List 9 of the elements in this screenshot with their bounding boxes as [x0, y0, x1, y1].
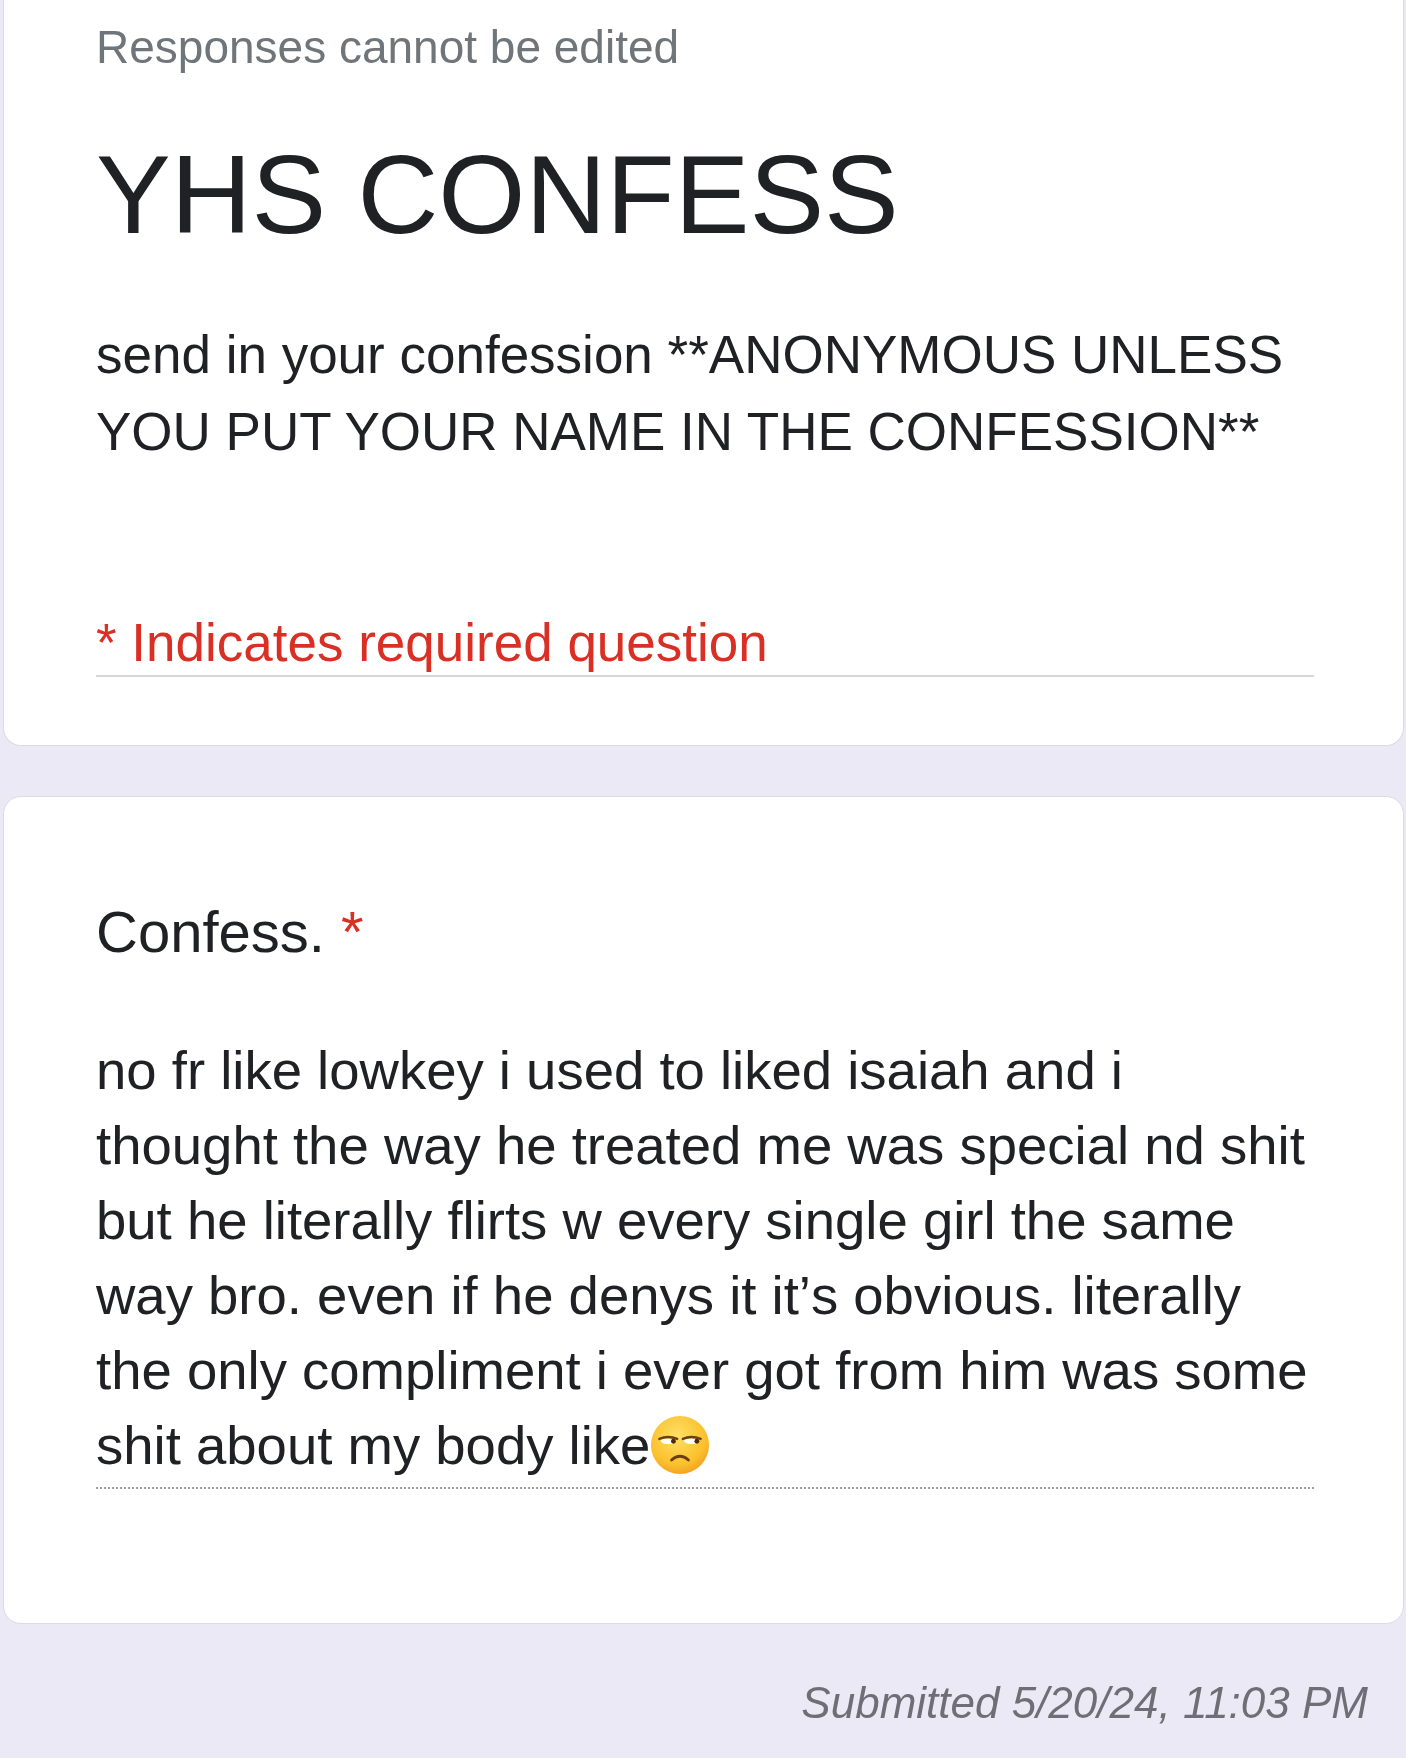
answer-field: no fr like lowkey i used to liked isaiah and i thought the way he treated me was special nd shit but he literally flirts w every single girl the same way bro. even if he denys it it’s obvious. literally the only compliment i ever got from him was some shit about my body like — [96, 1033, 1314, 1489]
responses-notice: Responses cannot be edited — [96, 20, 681, 75]
required-asterisk: * — [341, 899, 364, 964]
form-description: send in your confession **ANONYMOUS UNLESS YOU PUT YOUR NAME IN THE CONFESSION** — [96, 324, 1285, 463]
unamused-face-icon — [650, 1415, 711, 1475]
submitted-timestamp: Submitted 5/20/24, 11:03 PM — [800, 1677, 1369, 1729]
question-title: Confess. — [96, 899, 325, 964]
required-note: * Indicates required question — [96, 612, 769, 674]
form-title: YHS CONFESS — [96, 131, 900, 259]
